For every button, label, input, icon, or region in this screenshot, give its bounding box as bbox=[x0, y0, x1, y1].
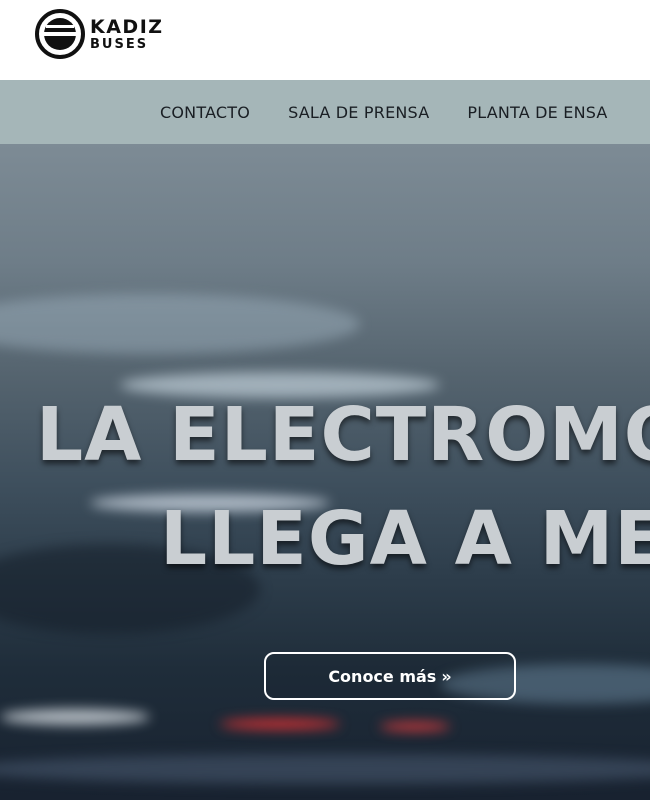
hero-headline-line-2: LLEGA A MEX bbox=[160, 496, 650, 582]
main-navigation: CONTACTO SALA DE PRENSA PLANTA DE ENSA bbox=[0, 80, 650, 144]
logo-line-1: KADIZ bbox=[90, 15, 164, 38]
logo-line-2: BUSES bbox=[90, 36, 149, 52]
cta-label: Conoce más bbox=[328, 666, 437, 686]
nav-item-contacto[interactable]: CONTACTO bbox=[160, 103, 250, 122]
conoce-mas-button[interactable]: Conoce más » bbox=[264, 652, 516, 700]
site-header: KADIZ BUSES bbox=[0, 0, 650, 80]
kadiz-buses-logo[interactable]: KADIZ BUSES bbox=[34, 8, 182, 60]
nav-item-planta-de-ensamble[interactable]: PLANTA DE ENSA bbox=[467, 103, 607, 122]
hero-banner: LA ELECTROMOV LLEGA A MEX Conoce más » bbox=[0, 144, 650, 800]
hero-headline-line-1: LA ELECTROMOV bbox=[36, 392, 650, 478]
logo-wordmark: KADIZ BUSES bbox=[90, 15, 164, 52]
hero-headline-group: LA ELECTROMOV LLEGA A MEX bbox=[0, 144, 650, 800]
kadiz-emblem-icon bbox=[35, 9, 85, 59]
nav-list: CONTACTO SALA DE PRENSA PLANTA DE ENSA bbox=[160, 80, 646, 144]
nav-item-sala-de-prensa[interactable]: SALA DE PRENSA bbox=[288, 103, 429, 122]
double-chevron-right-icon: » bbox=[441, 666, 452, 686]
